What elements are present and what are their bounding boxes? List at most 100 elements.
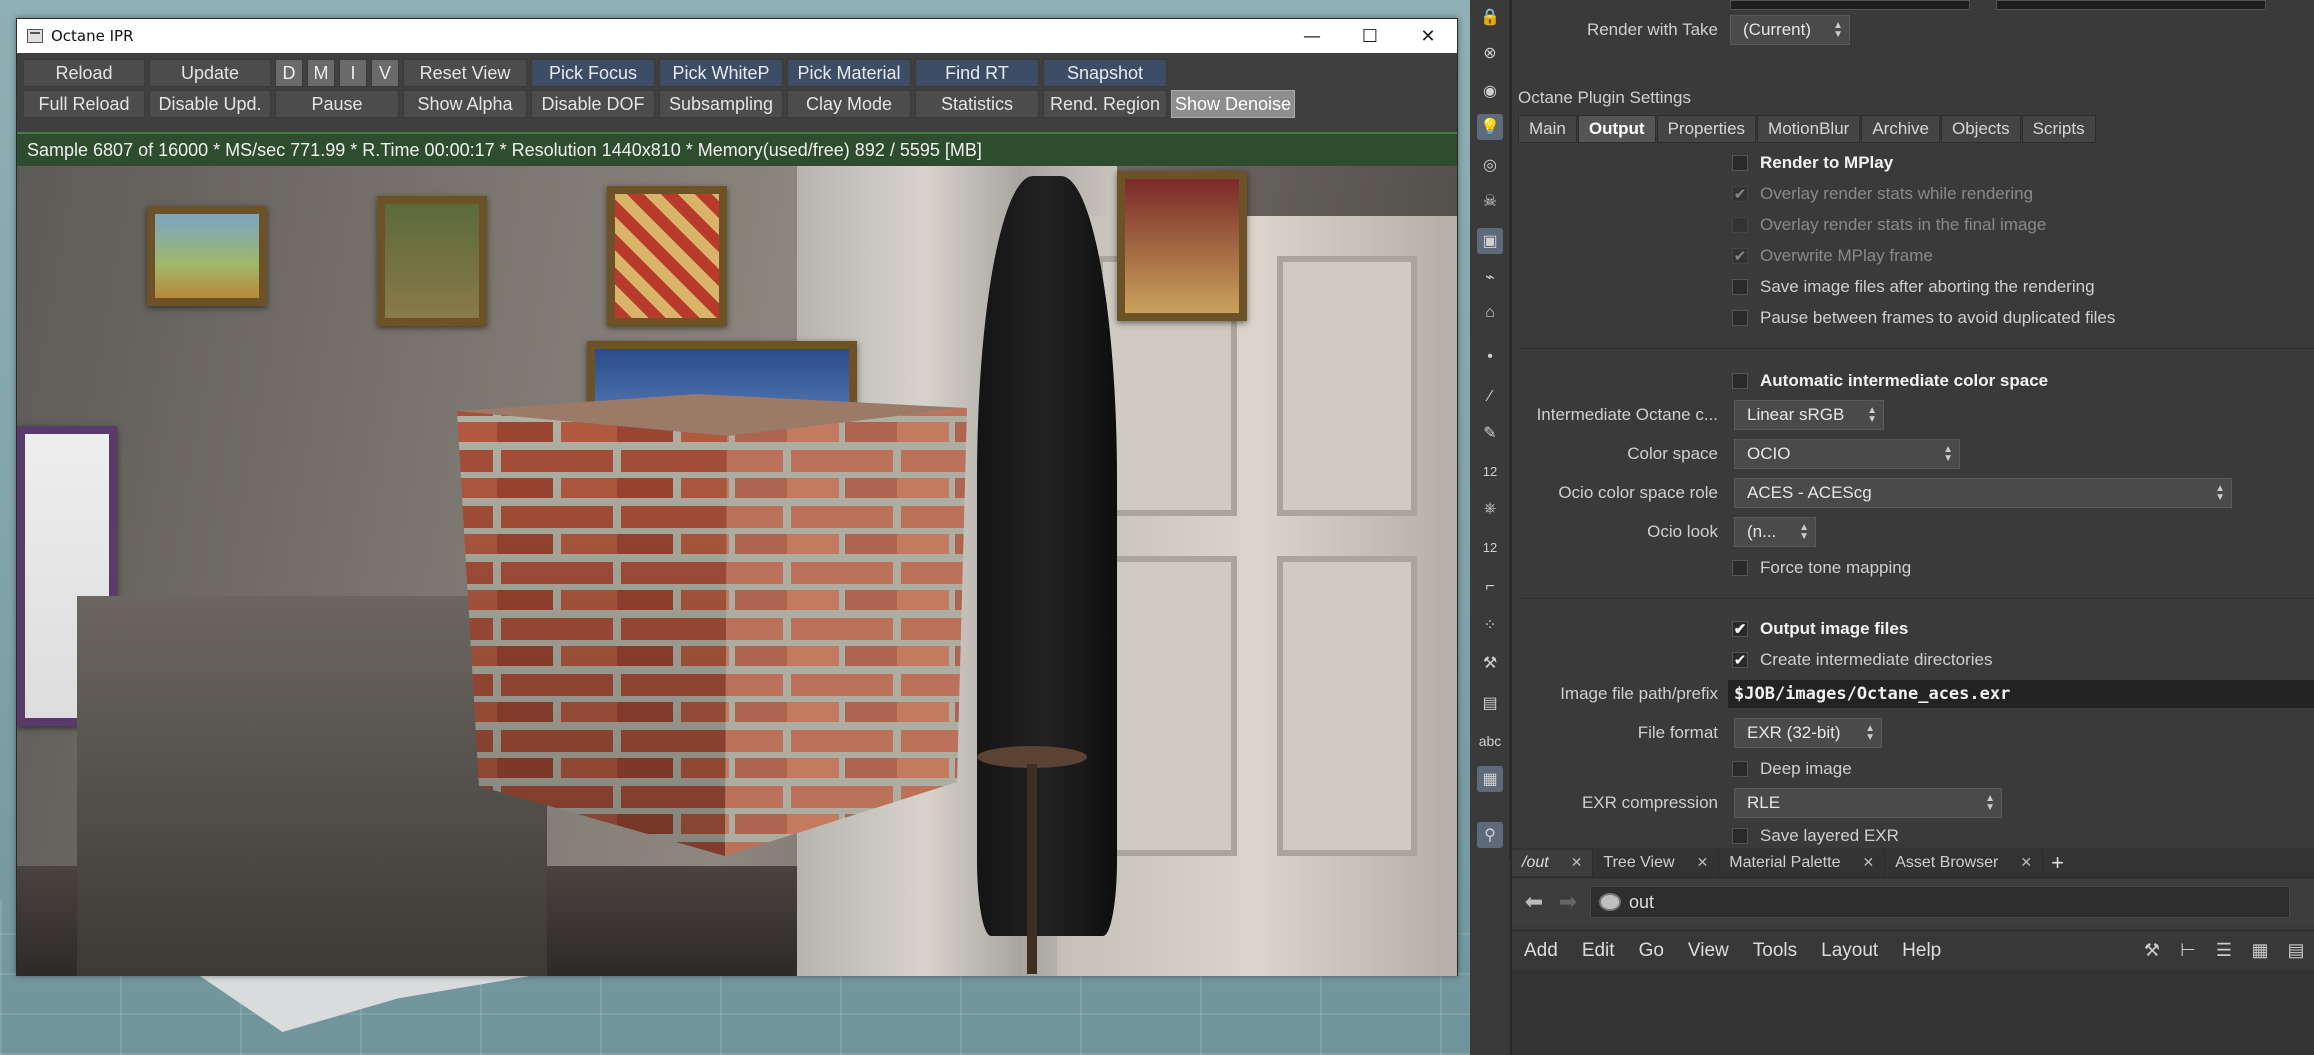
pick-whitep-button[interactable]: Pick WhiteP xyxy=(659,59,783,87)
d-button[interactable]: D xyxy=(275,59,303,87)
create-dirs-checkbox[interactable]: ✔ Create intermediate directories xyxy=(1732,647,1992,673)
cancel-icon[interactable]: ⊗ xyxy=(1477,40,1503,66)
checkmark-icon[interactable]: ✔ xyxy=(1732,621,1748,638)
intermediate-combo[interactable]: Linear sRGB ▲ ▼ xyxy=(1734,400,1884,430)
dot-icon[interactable]: • xyxy=(1477,344,1503,370)
list-view-icon[interactable]: ☰ xyxy=(2211,938,2237,964)
menu-go[interactable]: Go xyxy=(1639,940,1664,962)
pick-material-button[interactable]: Pick Material xyxy=(787,59,911,87)
i-button[interactable]: I xyxy=(339,59,367,87)
output-checkbox-row[interactable]: Pause between frames to avoid duplicated… xyxy=(1732,305,2115,331)
tab-main[interactable]: Main xyxy=(1518,115,1577,143)
lock-icon[interactable]: 🔒 xyxy=(1477,4,1503,30)
brush-icon[interactable]: ⁄ xyxy=(1477,384,1503,410)
force-tone-checkbox[interactable]: Force tone mapping xyxy=(1732,555,1911,581)
clay-mode-button[interactable]: Clay Mode xyxy=(787,90,911,118)
number-icon-2[interactable]: 12 xyxy=(1477,534,1503,560)
ocio-role-combo[interactable]: ACES - ACEScg ▲ ▼ xyxy=(1734,478,2232,508)
menu-add[interactable]: Add xyxy=(1524,940,1558,962)
checkbox-box[interactable] xyxy=(1732,279,1748,295)
menu-edit[interactable]: Edit xyxy=(1582,940,1615,962)
light-icon[interactable]: ⌁ xyxy=(1477,264,1503,290)
checkbox-box[interactable] xyxy=(1732,560,1748,576)
tab-objects[interactable]: Objects xyxy=(1941,115,2021,143)
output-checkbox-row[interactable]: ✔ Overlay render stats while rendering xyxy=(1732,181,2033,207)
pane-tab[interactable]: Material Palette ✕ xyxy=(1719,849,1886,876)
checkbox-box[interactable] xyxy=(1732,217,1748,233)
image-path-field[interactable]: $JOB/images/Octane_aces.exr xyxy=(1728,680,2314,708)
stamp-icon[interactable]: ⎈ xyxy=(1477,496,1503,522)
back-arrow-icon[interactable]: ⬅ xyxy=(1522,889,1546,914)
skull-icon[interactable]: ☠ xyxy=(1477,188,1503,214)
v-button[interactable]: V xyxy=(371,59,399,87)
spotlight-icon[interactable]: ⌂ xyxy=(1477,300,1503,326)
tree-icon[interactable]: ⊢ xyxy=(2175,938,2201,964)
number-icon[interactable]: 12 xyxy=(1477,458,1503,484)
forward-arrow-icon[interactable]: ➡ xyxy=(1556,889,1580,914)
checkmark-icon[interactable]: ✔ xyxy=(1732,186,1748,203)
network-view[interactable] xyxy=(1512,970,2314,1055)
ipr-titlebar[interactable]: Octane IPR — ☐ ✕ xyxy=(17,19,1457,53)
pin-icon[interactable]: ⚲ xyxy=(1477,822,1503,848)
color-space-combo[interactable]: OCIO ▲ ▼ xyxy=(1734,439,1960,469)
close-tab-icon[interactable]: ✕ xyxy=(1571,854,1583,871)
menu-layout[interactable]: Layout xyxy=(1821,940,1878,962)
image-icon[interactable]: ▦ xyxy=(1477,766,1503,792)
ocio-look-combo[interactable]: (n... ▲ ▼ xyxy=(1734,517,1816,547)
render-icon[interactable]: ◉ xyxy=(1477,78,1503,104)
tab-scripts[interactable]: Scripts xyxy=(2021,115,2096,143)
pause-button[interactable]: Pause xyxy=(275,90,399,118)
subsampling-button[interactable]: Subsampling xyxy=(659,90,783,118)
update-button[interactable]: Update xyxy=(149,59,271,87)
close-tab-icon[interactable]: ✕ xyxy=(2020,854,2032,871)
pen-icon[interactable]: ✎ xyxy=(1477,420,1503,446)
pane-tab[interactable]: /out ✕ xyxy=(1512,849,1594,876)
reload-button[interactable]: Reload xyxy=(23,59,145,87)
output-checkbox-row[interactable]: Overlay render stats in the final image xyxy=(1732,212,2046,238)
checkbox-box[interactable] xyxy=(1732,761,1748,777)
add-tab-button[interactable]: + xyxy=(2051,850,2064,876)
grid-view-icon[interactable]: ▤ xyxy=(2283,938,2309,964)
checkbox-box[interactable] xyxy=(1732,828,1748,844)
find-rt-button[interactable]: Find RT xyxy=(915,59,1039,87)
tab-motionblur[interactable]: MotionBlur xyxy=(1757,115,1861,143)
camera-icon[interactable]: ▣ xyxy=(1477,228,1503,254)
statistics-button[interactable]: Statistics xyxy=(915,90,1039,118)
pane-tab[interactable]: Tree View ✕ xyxy=(1593,849,1720,876)
close-button[interactable]: ✕ xyxy=(1399,19,1457,53)
close-tab-icon[interactable]: ✕ xyxy=(1697,854,1709,871)
snapshot-button[interactable]: Snapshot xyxy=(1043,59,1167,87)
close-tab-icon[interactable]: ✕ xyxy=(1862,854,1874,871)
bulb-icon[interactable]: ◎ xyxy=(1477,152,1503,178)
checkbox-box[interactable] xyxy=(1732,373,1748,389)
deep-image-checkbox[interactable]: Deep image xyxy=(1732,756,1852,782)
rend-region-button[interactable]: Rend. Region xyxy=(1043,90,1167,118)
output-checkbox-row[interactable]: Save image files after aborting the rend… xyxy=(1732,274,2095,300)
output-image-files-checkbox[interactable]: ✔ Output image files xyxy=(1732,616,1908,642)
output-checkbox-row[interactable]: ✔ Overwrite MPlay frame xyxy=(1732,243,1933,269)
menu-help[interactable]: Help xyxy=(1902,940,1941,962)
tab-archive[interactable]: Archive xyxy=(1861,115,1940,143)
menu-tools[interactable]: Tools xyxy=(1753,940,1797,962)
checkmark-icon[interactable]: ✔ xyxy=(1732,248,1748,265)
wrench-icon[interactable]: ⚒ xyxy=(2139,938,2165,964)
checkmark-icon[interactable]: ✔ xyxy=(1732,652,1748,669)
menu-view[interactable]: View xyxy=(1688,940,1729,962)
pick-focus-button[interactable]: Pick Focus xyxy=(531,59,655,87)
minimize-button[interactable]: — xyxy=(1283,19,1341,53)
disable-upd-button[interactable]: Disable Upd. xyxy=(149,90,271,118)
curve-icon[interactable]: ⌐ xyxy=(1477,574,1503,600)
render-with-take-combo[interactable]: (Current) ▲ ▼ xyxy=(1730,15,1850,45)
scatter-icon[interactable]: ⁘ xyxy=(1477,612,1503,638)
tool-icon[interactable]: ⚒ xyxy=(1477,650,1503,676)
output-checkbox-row[interactable]: Render to MPlay xyxy=(1732,150,1893,176)
layered-exr-checkbox[interactable]: Save layered EXR xyxy=(1732,826,1899,846)
disable-dof-button[interactable]: Disable DOF xyxy=(531,90,655,118)
show-denoise-button[interactable]: Show Denoise xyxy=(1171,90,1295,118)
render-view[interactable] xyxy=(17,166,1457,976)
checkbox-box[interactable] xyxy=(1732,155,1748,171)
network-path-field[interactable]: out xyxy=(1590,886,2290,918)
list-icon[interactable]: ▤ xyxy=(1477,690,1503,716)
show-alpha-button[interactable]: Show Alpha xyxy=(403,90,527,118)
light-bulb-icon[interactable]: 💡 xyxy=(1477,114,1503,140)
